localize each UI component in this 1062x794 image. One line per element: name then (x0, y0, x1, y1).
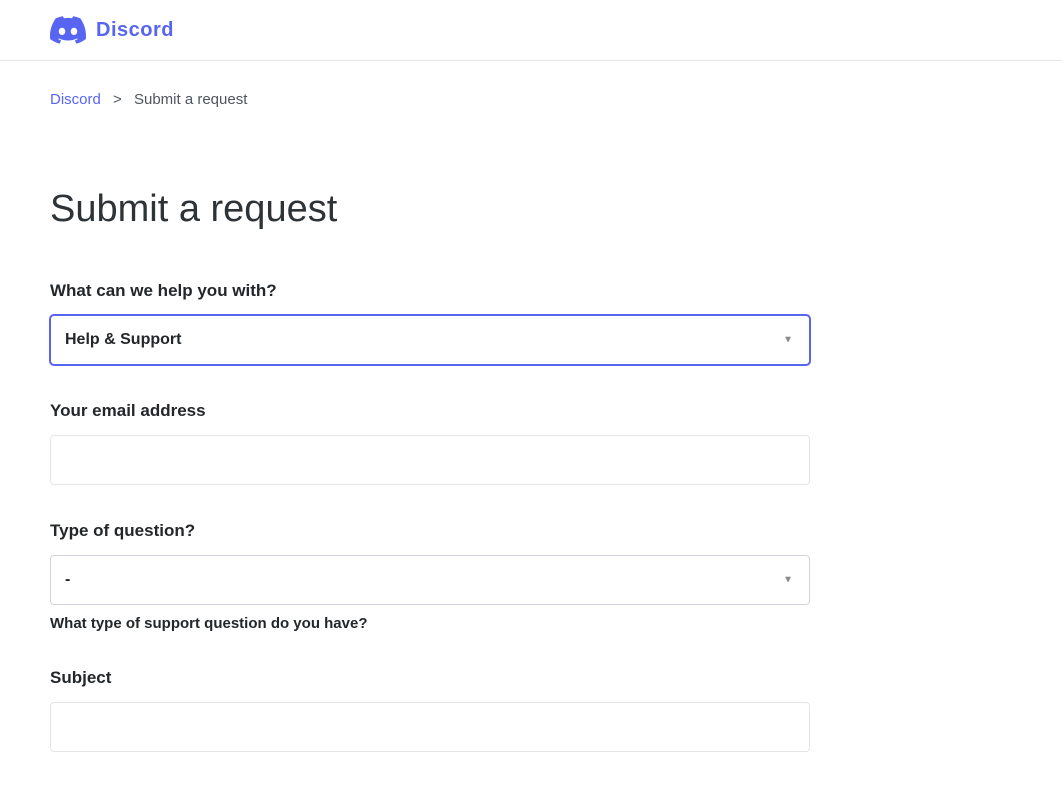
brand-name: Discord (96, 19, 174, 42)
brand-logo[interactable]: Discord (50, 16, 1012, 44)
question-type-label: Type of question? (50, 521, 810, 541)
email-field: Your email address (50, 401, 810, 485)
help-with-field: What can we help you with? Help & Suppor… (50, 281, 810, 365)
email-input[interactable] (50, 435, 810, 485)
email-label: Your email address (50, 401, 810, 421)
page-header: Discord (0, 0, 1062, 61)
chevron-down-icon: ▼ (783, 575, 793, 586)
breadcrumb-separator: > (113, 91, 122, 108)
page-title: Submit a request (50, 188, 810, 231)
breadcrumb-home-link[interactable]: Discord (50, 91, 101, 108)
breadcrumb: Discord > Submit a request (50, 61, 810, 128)
question-type-hint: What type of support question do you hav… (50, 615, 810, 632)
chevron-down-icon: ▼ (783, 335, 793, 346)
question-type-field: Type of question? - ▼ What type of suppo… (50, 521, 810, 632)
question-type-select[interactable]: - ▼ (50, 555, 810, 605)
discord-icon (50, 16, 86, 44)
question-type-selected-value: - (65, 571, 70, 589)
subject-input[interactable] (50, 702, 810, 752)
help-with-selected-value: Help & Support (65, 331, 181, 349)
subject-field: Subject (50, 668, 810, 752)
subject-label: Subject (50, 668, 810, 688)
help-with-label: What can we help you with? (50, 281, 810, 301)
breadcrumb-current: Submit a request (134, 91, 247, 108)
help-with-select[interactable]: Help & Support ▼ (50, 315, 810, 365)
